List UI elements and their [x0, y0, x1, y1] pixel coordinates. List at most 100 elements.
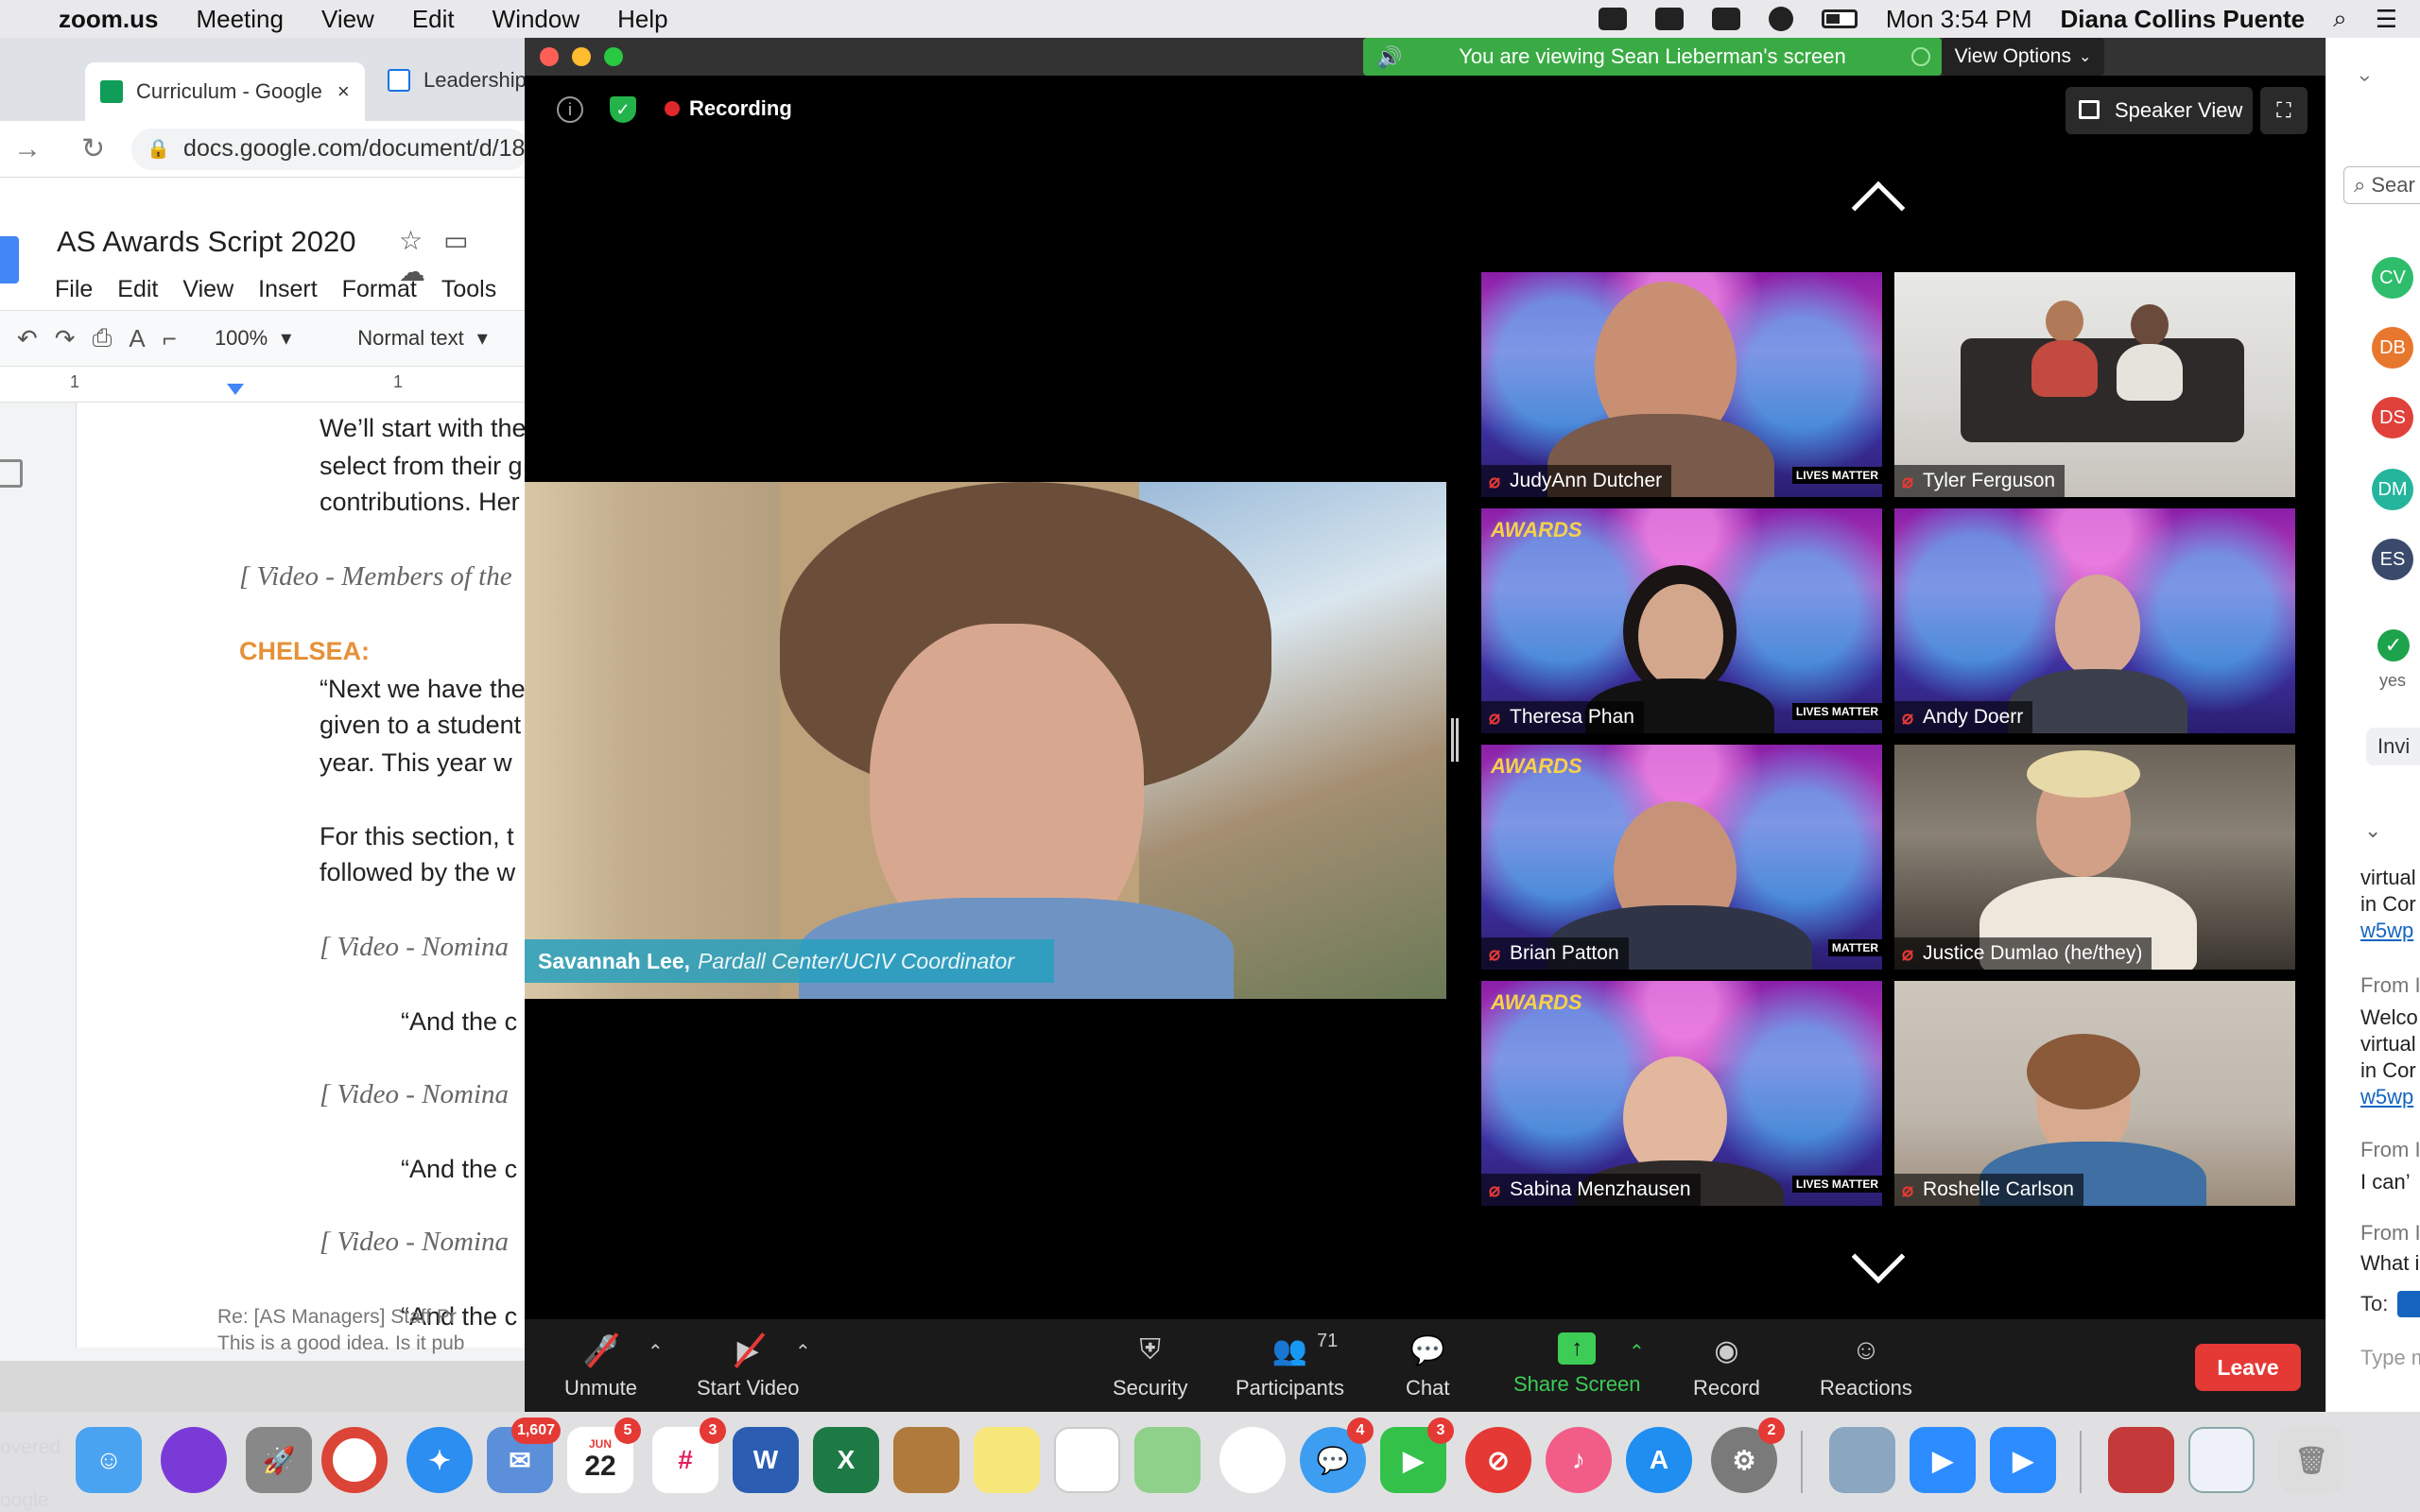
contacts-icon[interactable] [893, 1427, 959, 1493]
chat-link[interactable]: w5wp [2360, 919, 2413, 943]
chrome-icon[interactable] [321, 1427, 388, 1493]
battery-icon[interactable] [1821, 9, 1858, 28]
menu-view[interactable]: View [321, 5, 374, 34]
audio-options-chevron-icon[interactable]: ⌃ [648, 1340, 664, 1364]
reload-icon[interactable]: ↻ [81, 132, 105, 165]
minimized-window-icon[interactable] [2108, 1427, 2174, 1493]
video-options-chevron-icon[interactable]: ⌃ [795, 1340, 811, 1364]
doc-title[interactable]: AS Awards Script 2020 [57, 225, 356, 259]
undo-icon[interactable]: ↶ [17, 324, 38, 353]
excel-icon[interactable]: X [813, 1427, 879, 1493]
tab-curriculum[interactable]: Curriculum - Google × [85, 62, 365, 121]
folder-icon[interactable]: ▭ [443, 226, 489, 255]
wifi-icon[interactable] [1768, 7, 1793, 31]
system-preferences-icon[interactable]: ⚙ 2 [1711, 1418, 1785, 1493]
slack-icon[interactable]: #3 [652, 1418, 726, 1493]
participant-tile[interactable]: AWARDS LIVES MATTER ⌀ Sabina Menzhausen [1481, 981, 1882, 1206]
minimize-window-button[interactable] [572, 47, 591, 66]
chevron-down-icon[interactable]: ▾ [281, 326, 291, 351]
chat-button[interactable]: 💬 Chat [1406, 1332, 1449, 1400]
outline-icon[interactable] [0, 459, 23, 488]
menu-app[interactable]: zoom.us [59, 5, 158, 34]
trash-icon[interactable]: 🗑 [2278, 1427, 2344, 1493]
zoom-select[interactable]: 100% [215, 326, 268, 351]
participant-tile[interactable]: ⌀ Justice Dumlao (he/they) [1894, 745, 2295, 970]
info-icon[interactable]: i [557, 96, 583, 123]
airplay-icon[interactable] [1711, 8, 1740, 30]
chat-link[interactable]: w5wp [2360, 1085, 2413, 1109]
news-icon[interactable]: ⊘ [1465, 1427, 1531, 1493]
control-center-icon[interactable]: ☰ [2376, 5, 2397, 34]
finder-icon[interactable]: ☺ [76, 1427, 142, 1493]
spellcheck-icon[interactable]: A [129, 324, 145, 353]
paint-format-icon[interactable]: ⌐ [163, 324, 177, 353]
speaker-view-button[interactable]: Speaker View [2066, 87, 2253, 134]
participant-tile[interactable]: LIVES MATTER ⌀ JudyAnn Dutcher [1481, 272, 1882, 497]
spotlight-search-icon[interactable]: ⌕ [2333, 4, 2347, 34]
minimized-window-icon[interactable] [2188, 1427, 2255, 1493]
gallery-down-chevron-icon[interactable] [1851, 1229, 1906, 1284]
docs-logo-icon[interactable] [0, 236, 19, 284]
menu-help[interactable]: Help [617, 5, 667, 34]
user-name[interactable]: Diana Collins Puente [2061, 5, 2306, 34]
zoom-icon[interactable]: ▶ [1910, 1427, 1976, 1493]
document-page[interactable]: We’ll start with the select from their g… [76, 403, 529, 1348]
notes-icon[interactable] [974, 1427, 1040, 1493]
start-video-button[interactable]: ▶ Start Video [697, 1332, 799, 1400]
avatar[interactable]: CV [2372, 257, 2413, 299]
participant-tile[interactable]: AWARDS MATTER ⌀ Brian Patton [1481, 745, 1882, 970]
avatar[interactable]: ES [2372, 539, 2413, 580]
gallery-up-chevron-icon[interactable] [1851, 180, 1906, 235]
menu-view[interactable]: View [182, 276, 233, 303]
menu-edit[interactable]: Edit [412, 5, 455, 34]
redo-icon[interactable]: ↷ [55, 324, 76, 353]
facetime-icon[interactable]: ▶ 3 [1380, 1418, 1454, 1493]
share-screen-button[interactable]: ↑ Share Screen [1513, 1332, 1641, 1397]
calendar-icon[interactable]: JUN 22 5 [567, 1418, 641, 1493]
unmute-button[interactable]: 🎤 Unmute [564, 1332, 637, 1400]
url-field[interactable]: 🔒 docs.google.com/document/d/18 [131, 128, 529, 170]
tab-leadership[interactable]: Leadership [388, 57, 527, 104]
music-icon[interactable]: ♪ [1546, 1427, 1612, 1493]
participant-tile[interactable]: AWARDS LIVES MATTER ⌀ Theresa Phan [1481, 508, 1882, 733]
leave-button[interactable]: Leave [2195, 1344, 2301, 1391]
zoom-status-icon[interactable] [1598, 8, 1627, 30]
print-icon[interactable]: ⎙ [93, 323, 112, 353]
indent-marker[interactable] [227, 384, 244, 395]
fullscreen-button[interactable]: ⛶ [2260, 87, 2308, 134]
chat-message-input[interactable]: Type m [2360, 1346, 2420, 1370]
security-button[interactable]: ⛨ Security [1113, 1332, 1187, 1400]
participant-tile[interactable]: ⌀ Roshelle Carlson [1894, 981, 2295, 1206]
skype-icon[interactable] [1654, 8, 1684, 30]
active-speaker-video[interactable]: Savannah Lee, Pardall Center/UCIV Coordi… [525, 482, 1446, 999]
forward-icon[interactable]: → [13, 133, 42, 165]
close-window-button[interactable] [540, 47, 559, 66]
avatar[interactable]: DS [2372, 397, 2413, 438]
app-store-icon[interactable]: A [1626, 1427, 1692, 1493]
avatar[interactable]: DB [2372, 327, 2413, 369]
reactions-button[interactable]: ☺ Reactions [1820, 1332, 1912, 1400]
menu-window[interactable]: Window [493, 5, 579, 34]
preview-icon[interactable] [1829, 1427, 1895, 1493]
launchpad-icon[interactable]: 🚀 [246, 1427, 312, 1493]
maps-icon[interactable] [1134, 1427, 1201, 1493]
recording-indicator[interactable]: Recording [665, 96, 792, 121]
record-button[interactable]: ◉ Record [1693, 1332, 1760, 1400]
chevron-down-icon[interactable]: ▾ [477, 326, 488, 351]
participant-tile[interactable]: ⌀ Andy Doerr [1894, 508, 2295, 733]
menu-file[interactable]: File [55, 276, 93, 303]
menu-edit[interactable]: Edit [117, 276, 158, 303]
word-icon[interactable]: W [733, 1427, 799, 1493]
menu-insert[interactable]: Insert [258, 276, 318, 303]
menu-format[interactable]: Format [342, 276, 417, 303]
panel-resize-handle[interactable] [1451, 718, 1459, 762]
close-icon[interactable]: × [337, 79, 350, 104]
recipient-select[interactable] [2397, 1291, 2420, 1317]
zoom-app-icon[interactable]: ▶ [1990, 1427, 2056, 1493]
participant-tile[interactable]: ⌀ Tyler Ferguson [1894, 272, 2295, 497]
reminders-icon[interactable] [1054, 1427, 1120, 1493]
avatar[interactable]: DM [2372, 469, 2413, 510]
photos-icon[interactable]: ✿ [1219, 1427, 1286, 1493]
mail-icon[interactable]: ✉ 1,607 [487, 1418, 561, 1493]
menu-meeting[interactable]: Meeting [196, 5, 284, 34]
